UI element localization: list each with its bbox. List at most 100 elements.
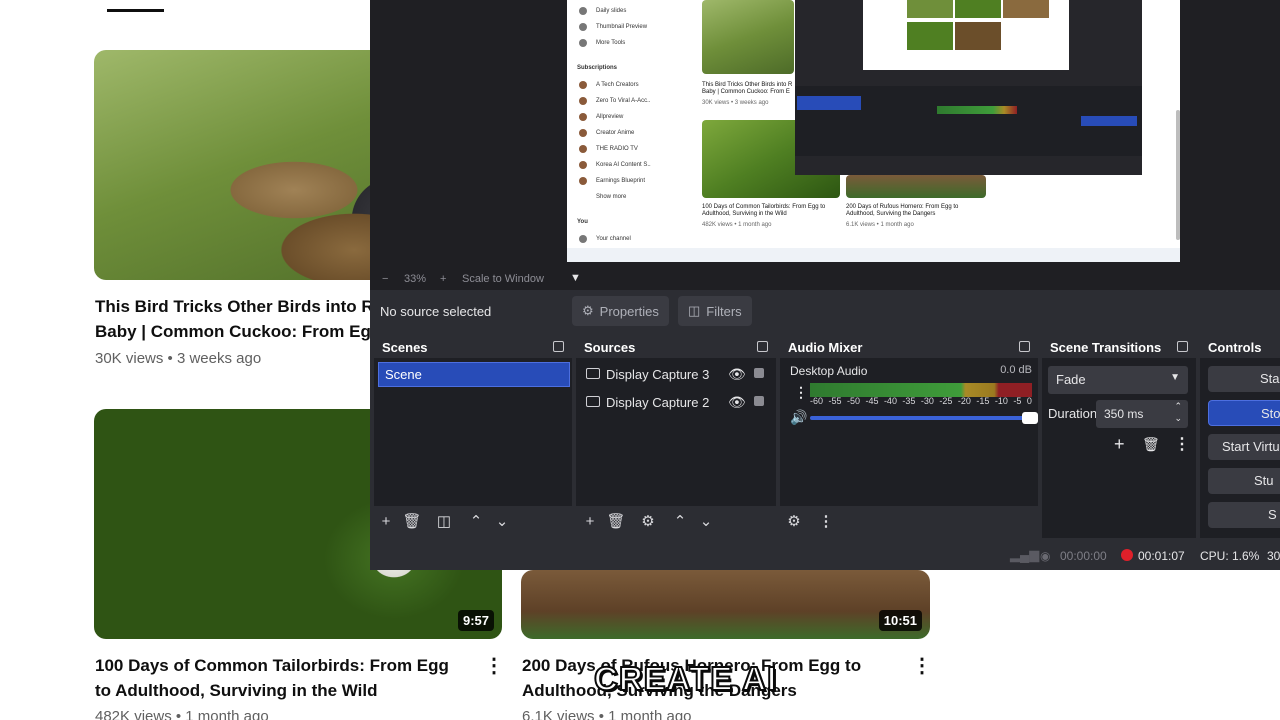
zoom-in-icon[interactable]: +	[440, 273, 446, 285]
trash-icon[interactable]: 🗑	[402, 512, 422, 532]
recording-time: 00:01:07	[1138, 549, 1185, 563]
cpu-usage: CPU: 1.6%	[1200, 549, 1260, 563]
undock-icon[interactable]	[757, 341, 768, 352]
captured-sidebar-item: Thumbnail Preview	[596, 24, 648, 30]
audio-mixer-footer: ⚙ ⋮	[780, 506, 1038, 538]
captured-sidebar: Daily slides Thumbnail Preview More Tool…	[567, 0, 697, 262]
more-vert-icon[interactable]: ⋮	[1174, 434, 1190, 454]
sources-dock: Sources Display Capture 3 👁 Display Capt…	[576, 336, 776, 538]
video-title-tailorbird-line2[interactable]: to Adulthood, Surviving in the Wild	[95, 678, 378, 703]
add-icon[interactable]: +	[376, 512, 396, 532]
trash-icon[interactable]: 🗑	[606, 512, 626, 532]
studio-label: Stu	[1254, 473, 1274, 488]
chevron-down-icon[interactable]: ▼	[570, 272, 581, 284]
chevron-down-icon[interactable]: ⌄	[1174, 413, 1182, 424]
meter-tick: -45	[865, 396, 879, 406]
scene-list-item[interactable]: Scene	[378, 362, 570, 387]
captured-video-meta: 30K views • 3 weeks ago	[702, 100, 769, 106]
status-bar: ▂▄▆ ◉ 00:00:00 00:01:07 CPU: 1.6% 30	[370, 540, 1280, 570]
start-virtual-label: Start Virtu	[1222, 439, 1280, 454]
settings-label: S	[1268, 507, 1277, 522]
sources-title: Sources	[584, 340, 636, 355]
gear-icon: ⚙	[582, 303, 594, 318]
video-caption: CREATE AI	[593, 659, 778, 698]
stream-time: 00:00:00	[1060, 549, 1107, 563]
duration-badge: 9:57	[457, 610, 494, 631]
undock-icon[interactable]	[553, 341, 564, 352]
video-title-cuckoo-line1[interactable]: This Bird Tricks Other Birds into R	[95, 294, 374, 319]
monitor-icon	[586, 396, 600, 407]
captured-subscription: Allpreview	[596, 114, 624, 120]
transition-select[interactable]: Fade ▼	[1048, 366, 1188, 394]
channel-avatar	[579, 129, 587, 137]
start-streaming-button[interactable]: Start	[1208, 366, 1280, 392]
channel-avatar	[579, 145, 587, 153]
more-vert-icon[interactable]: ⋮	[484, 656, 504, 676]
video-title-cuckoo-line2[interactable]: Baby | Common Cuckoo: From Eg	[95, 319, 371, 344]
gear-icon[interactable]: ⚙	[638, 512, 658, 532]
lock-icon[interactable]	[754, 396, 764, 406]
studio-mode-button[interactable]: Stu	[1208, 468, 1280, 494]
video-thumbnail-hornero[interactable]: 10:51	[521, 570, 930, 639]
scenes-dock: Scenes Scene + 🗑 ◫ ⌃ ⌄	[374, 336, 572, 538]
captured-sidebar-item: Daily slides	[596, 8, 627, 14]
properties-button[interactable]: ⚙ Properties	[572, 296, 669, 326]
start-virtual-camera-button[interactable]: Start Virtu	[1208, 434, 1280, 460]
source-item[interactable]: Display Capture 3 👁	[582, 364, 772, 386]
settings-button[interactable]: S	[1208, 502, 1280, 528]
more-vert-icon[interactable]: ⋮	[794, 384, 808, 401]
duration-spinbox[interactable]: 350 ms ⌃ ⌄	[1096, 400, 1188, 428]
captured-subscription: A Tech Creators	[596, 82, 639, 88]
meter-tick: -5	[1013, 396, 1022, 406]
transition-select-value: Fade	[1056, 372, 1086, 387]
source-item[interactable]: Display Capture 2 👁	[582, 392, 772, 414]
speaker-icon[interactable]: 🔊	[790, 409, 807, 426]
meter-tick: -25	[939, 396, 953, 406]
volume-slider-handle[interactable]	[1022, 412, 1038, 424]
filters-button[interactable]: ◫ Filters	[678, 296, 752, 326]
scenes-footer: + 🗑 ◫ ⌃ ⌄	[374, 506, 572, 538]
captured-nested-page	[863, 0, 1069, 70]
undock-icon[interactable]	[1019, 341, 1030, 352]
scenes-title: Scenes	[382, 340, 428, 355]
controls-dock: Controls Start Stop Start Virtu Stu S	[1200, 336, 1280, 538]
add-icon[interactable]: +	[580, 512, 600, 532]
audio-channel-label: Desktop Audio	[790, 364, 868, 378]
video-title-tailorbird-line1[interactable]: 100 Days of Common Tailorbirds: From Egg	[95, 653, 449, 678]
undock-icon[interactable]	[1177, 341, 1188, 352]
move-down-icon[interactable]: ⌄	[492, 512, 512, 532]
video-meta-tailorbird: 482K views • 1 month ago	[95, 708, 269, 720]
properties-label: Properties	[599, 303, 659, 319]
gear-icon[interactable]: ⚙	[784, 512, 804, 532]
scene-transitions-header: Scene Transitions	[1042, 336, 1196, 358]
eye-icon[interactable]: 👁	[728, 366, 746, 383]
volume-slider-track[interactable]	[810, 416, 1030, 420]
chevron-up-icon[interactable]: ⌃	[1174, 401, 1182, 412]
captured-thumbnail	[846, 175, 986, 198]
add-icon[interactable]: +	[1114, 434, 1125, 455]
meter-tick: -30	[920, 396, 934, 406]
audio-mixer-dock: Audio Mixer Desktop Audio 0.0 dB ⋮ -60 -…	[780, 336, 1038, 538]
filter-icon[interactable]: ◫	[434, 512, 454, 532]
zoom-out-icon[interactable]: −	[382, 273, 388, 285]
scale-mode-select[interactable]: Scale to Window	[462, 273, 544, 285]
stop-recording-button[interactable]: Stop	[1208, 400, 1280, 426]
monitor-icon	[586, 368, 600, 379]
sidebar-dot-icon	[579, 39, 587, 47]
trash-icon[interactable]: 🗑	[1142, 436, 1160, 453]
move-down-icon[interactable]: ⌄	[696, 512, 716, 532]
more-vert-icon[interactable]: ⋮	[912, 656, 932, 676]
source-label: Display Capture 2	[606, 395, 710, 410]
fps-readout: 30	[1267, 549, 1280, 563]
move-up-icon[interactable]: ⌃	[466, 512, 486, 532]
more-vert-icon[interactable]: ⋮	[816, 512, 836, 532]
move-up-icon[interactable]: ⌃	[670, 512, 690, 532]
captured-video-title: 100 Days of Common Tailorbirds: From Egg…	[702, 204, 826, 217]
eye-icon[interactable]: 👁	[728, 394, 746, 411]
video-meta-cuckoo: 30K views • 3 weeks ago	[95, 350, 262, 367]
sidebar-dot-icon	[579, 7, 587, 15]
lock-icon[interactable]	[754, 368, 764, 378]
start-label: Start	[1260, 371, 1280, 386]
vertical-scrollbar[interactable]	[1176, 110, 1180, 240]
video-meta-hornero: 6.1K views • 1 month ago	[522, 708, 692, 720]
